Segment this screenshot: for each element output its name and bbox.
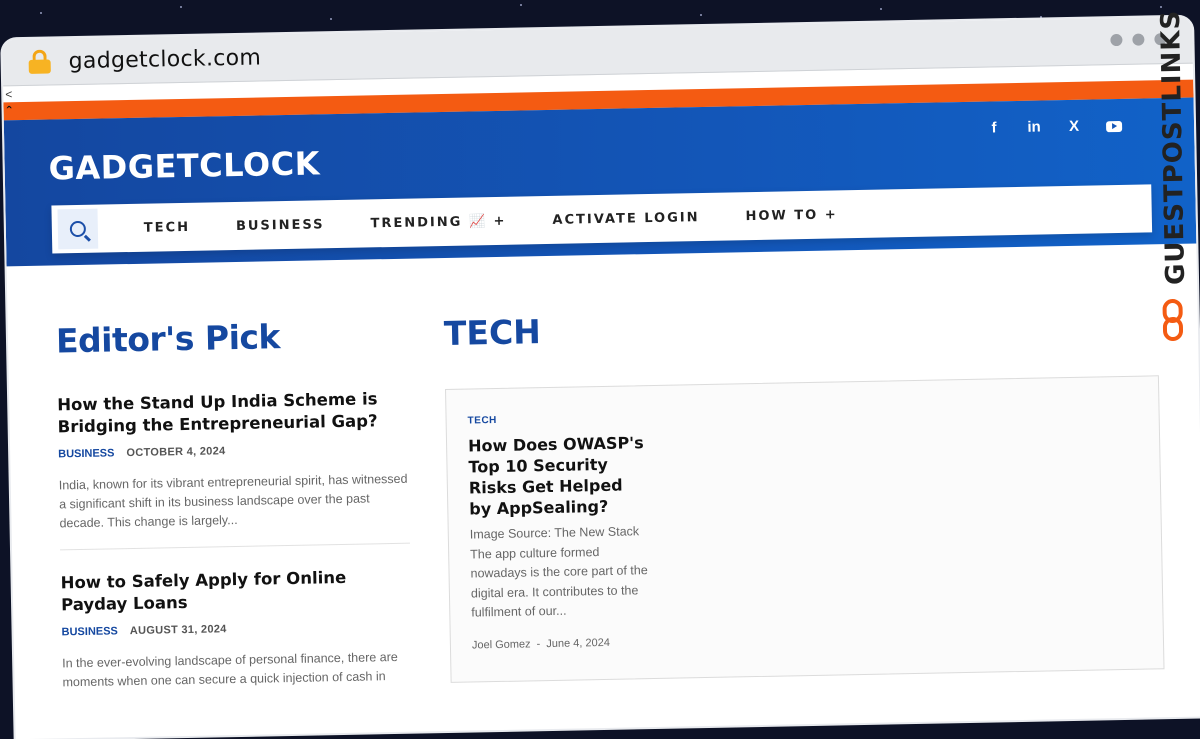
card-category[interactable]: TECH bbox=[468, 415, 497, 427]
nav-item-how-to[interactable]: HOW TO + bbox=[745, 207, 837, 224]
editors-pick-column: Editor's Pick How the Stand Up India Sch… bbox=[56, 315, 413, 693]
lock-icon bbox=[28, 49, 51, 74]
chain-link-icon bbox=[1159, 298, 1186, 343]
article-date: OCTOBER 4, 2024 bbox=[126, 445, 226, 460]
youtube-icon[interactable] bbox=[1104, 117, 1124, 134]
nav-item-trending[interactable]: TRENDING 📈 + bbox=[370, 213, 506, 231]
list-item: How the Stand Up India Scheme is Bridgin… bbox=[57, 388, 410, 551]
search-icon bbox=[69, 220, 87, 238]
linkedin-icon[interactable]: in bbox=[1024, 118, 1044, 136]
editors-pick-heading: Editor's Pick bbox=[55, 317, 281, 361]
url-text[interactable]: gadgetclock.com bbox=[68, 45, 261, 74]
nav-item-business[interactable]: BUSINESS bbox=[236, 217, 325, 234]
card-meta-separator: - bbox=[536, 638, 541, 651]
divider bbox=[60, 542, 410, 551]
card-footer: Joel Gomez - June 4, 2024 bbox=[472, 637, 610, 652]
article-title[interactable]: How the Stand Up India Scheme is Bridgin… bbox=[57, 388, 408, 439]
watermark-text: GUESTPOSTLINKS bbox=[1155, 9, 1192, 286]
card-author[interactable]: Joel Gomez bbox=[472, 638, 531, 651]
card-excerpt: Image Source: The New Stack The app cult… bbox=[469, 524, 648, 620]
search-button[interactable] bbox=[57, 208, 99, 250]
guestpostlinks-watermark: GUESTPOSTLINKS bbox=[1151, 10, 1195, 350]
article-title[interactable]: How to Safely Apply for Online Payday Lo… bbox=[60, 566, 411, 617]
site-logo[interactable]: GADGETCLOCK bbox=[48, 144, 320, 187]
list-item: How to Safely Apply for Online Payday Lo… bbox=[60, 566, 412, 693]
nav-item-activate-login[interactable]: ACTIVATE LOGIN bbox=[552, 210, 699, 228]
x-twitter-icon[interactable]: X bbox=[1064, 118, 1084, 135]
article-category[interactable]: BUSINESS bbox=[61, 625, 117, 638]
facebook-icon[interactable]: f bbox=[984, 119, 1004, 136]
site-header: GADGETCLOCK f in X TECH BUSINESS TRENDIN… bbox=[3, 97, 1197, 267]
window-dot-icon[interactable] bbox=[1110, 33, 1123, 47]
article-excerpt: In the ever-evolving landscape of person… bbox=[62, 649, 398, 690]
article-meta: BUSINESS AUGUST 31, 2024 bbox=[61, 620, 411, 638]
card-title[interactable]: How Does OWASP's Top 10 Security Risks G… bbox=[468, 432, 650, 519]
browser-window: gadgetclock.com < ˆ GADGETCLOCK f in X T… bbox=[2, 16, 1200, 739]
tech-heading: TECH bbox=[443, 312, 542, 353]
article-category[interactable]: BUSINESS bbox=[58, 447, 114, 460]
nav-item-tech[interactable]: TECH bbox=[144, 219, 190, 235]
chevron-up-icon[interactable]: ˆ bbox=[6, 103, 11, 119]
social-links: f in X bbox=[984, 117, 1124, 137]
main-navigation: TECH BUSINESS TRENDING 📈 + ACTIVATE LOGI… bbox=[51, 184, 1153, 254]
article-excerpt: India, known for its vibrant entrepreneu… bbox=[58, 471, 408, 531]
window-dot-icon[interactable] bbox=[1132, 33, 1145, 46]
article-card[interactable]: TECH How Does OWASP's Top 10 Security Ri… bbox=[445, 375, 1165, 683]
tech-column: TECH TECH How Does OWASP's Top 10 Securi… bbox=[444, 300, 1171, 683]
article-date: AUGUST 31, 2024 bbox=[129, 623, 227, 638]
article-meta: BUSINESS OCTOBER 4, 2024 bbox=[58, 442, 408, 460]
card-date: June 4, 2024 bbox=[546, 636, 611, 651]
